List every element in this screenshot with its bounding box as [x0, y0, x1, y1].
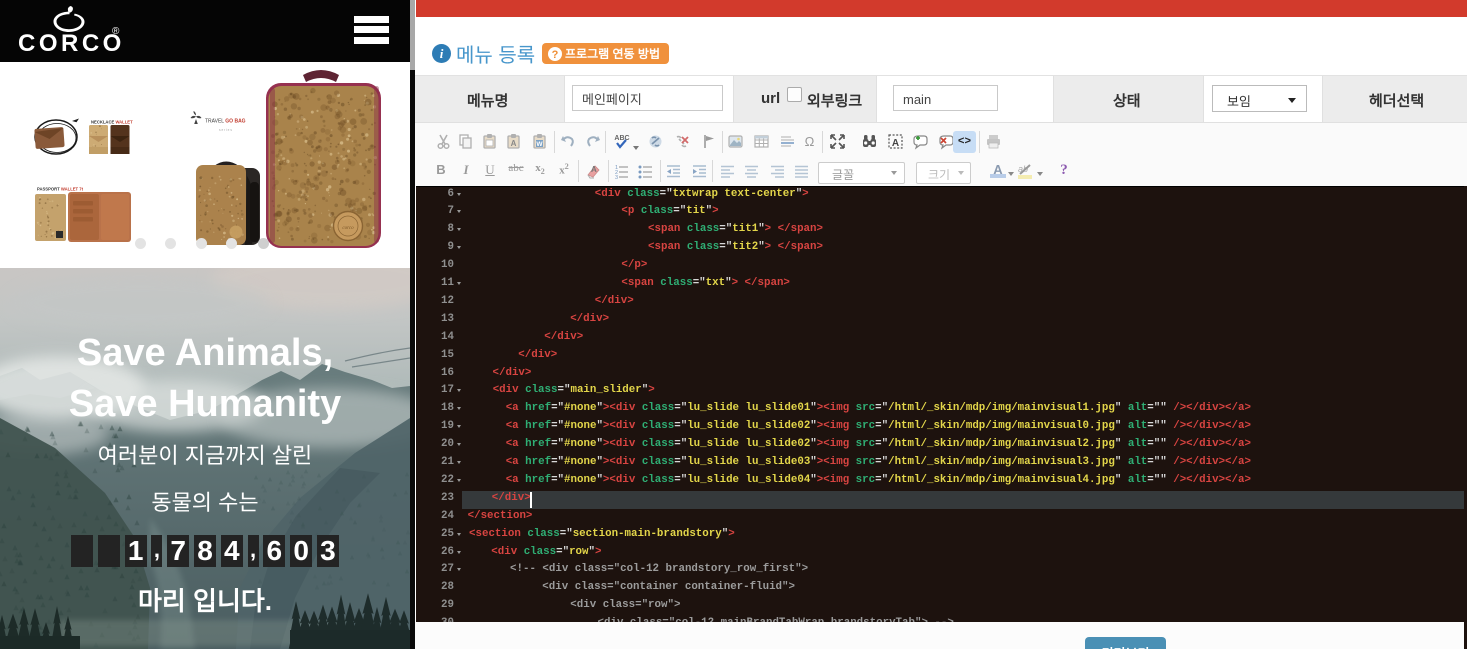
svg-text:A: A	[892, 138, 899, 149]
svg-text:PASSPORT WALLET 7t: PASSPORT WALLET 7t	[37, 187, 84, 192]
svg-text:Ω: Ω	[805, 134, 815, 149]
svg-text:A: A	[511, 139, 517, 148]
svg-text:corco: corco	[342, 226, 354, 231]
svg-text:3: 3	[615, 175, 618, 180]
svg-text:NECKLACE WALLET: NECKLACE WALLET	[91, 120, 133, 125]
svg-text:W: W	[536, 141, 543, 148]
svg-text:ABC: ABC	[614, 135, 629, 142]
svg-text:TRAVEL GO BAG: TRAVEL GO BAG	[205, 119, 246, 125]
svg-text:A: A	[591, 165, 597, 174]
svg-text:s e r i e s: s e r i e s	[219, 128, 232, 132]
